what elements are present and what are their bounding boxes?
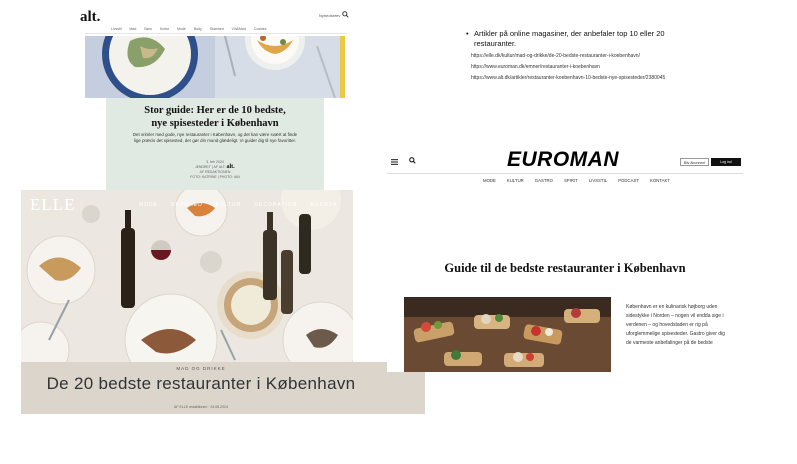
alt-article-card[interactable]: Stor guide: Her er de 10 bedste, nye spi… <box>106 98 324 190</box>
alt-title-line: Stor guide: Her er de 10 bedste, <box>144 105 286 116</box>
alt-meta-label: ÆNDRET | AF ALT: <box>195 165 226 169</box>
elle-nav-item[interactable]: AGENDA <box>310 202 337 208</box>
elle-nav-item[interactable]: DECORATION <box>254 202 297 208</box>
alt-nav-item[interactable]: Børn <box>144 27 152 31</box>
elle-byline: AF ELLE redaktionen · 24.08.2024 <box>174 405 228 409</box>
alt-article-title: Stor guide: Her er de 10 bedste, nye spi… <box>106 104 324 130</box>
alt-article-intro: Det vrimler med gode, nye restauranter i… <box>132 132 298 143</box>
login-button[interactable]: Log ind <box>711 158 741 166</box>
source-url-link[interactable]: https://elle.dk/kultur/mad-og-drikke/de-… <box>471 53 640 59</box>
elle-logo[interactable]: ELLE <box>30 195 76 215</box>
elle-nav-item[interactable]: KULTUR <box>216 202 242 208</box>
elle-nav: MODE SKØNHED KULTUR DECORATION AGENDA <box>139 202 337 208</box>
alt-meta-photo: FOTO: KATRINE | PHOTO: IAN <box>190 175 240 179</box>
elle-hero-image: ELLE MODE SKØNHED KULTUR DECORATION AGEN… <box>21 190 353 362</box>
euroman-nav-item[interactable]: KONTAKT <box>650 178 670 183</box>
divider <box>387 173 743 174</box>
alt-newsletter-link[interactable]: Nyhedsbrev <box>319 13 340 18</box>
alt-article-meta: 3. feb 2024 ÆNDRET | AF ALT: alt. AF RED… <box>106 160 324 180</box>
elle-title-band[interactable]: MAD OG DRIKKE De 20 bedste restauranter … <box>21 362 425 414</box>
alt-nav-item[interactable]: Mad <box>130 27 137 31</box>
alt-nav-item[interactable]: Bolig <box>194 27 202 31</box>
search-icon[interactable] <box>342 11 349 18</box>
alt-nav-item[interactable]: Livsstil <box>111 27 122 31</box>
euroman-logo[interactable]: EUROMAN <box>507 150 619 172</box>
euroman-article-title[interactable]: Guide til de bedste restauranter i Køben… <box>387 261 743 276</box>
alt-nav-item[interactable]: Skønhed <box>210 27 224 31</box>
euroman-article-body: København er en kulinarisk højborg uden … <box>626 304 725 346</box>
euroman-article-image <box>404 297 611 372</box>
alt-article-screenshot: alt. Nyhedsbrev Livsstil Mad Børn Kultur… <box>73 0 357 190</box>
euroman-article-screenshot: EUROMAN Bliv Abonnent Log ind MODE KULTU… <box>387 150 743 372</box>
menu-icon[interactable] <box>391 159 398 165</box>
alt-nav-item[interactable]: Mode <box>177 27 186 31</box>
elle-nav-item[interactable]: MODE <box>139 202 158 208</box>
euroman-nav: MODE KULTUR GASTRO SPIRIT LIVSSTIL PODCA… <box>483 178 670 183</box>
alt-logo[interactable]: alt. <box>80 9 100 26</box>
elle-category[interactable]: MAD OG DRIKKE <box>21 366 381 371</box>
source-url-link[interactable]: https://www.alt.dk/artikler/restauranter… <box>471 75 665 81</box>
subscribe-button[interactable]: Bliv Abonnent <box>680 158 709 166</box>
alt-nav: Livsstil Mad Børn Kultur Mode Bolig Skøn… <box>111 27 266 31</box>
search-icon[interactable] <box>409 157 416 164</box>
elle-article-screenshot: ELLE MODE SKØNHED KULTUR DECORATION AGEN… <box>21 190 425 414</box>
alt-nav-item[interactable]: Kultur <box>160 27 169 31</box>
alt-nav-item[interactable]: Cookies <box>254 27 267 31</box>
alt-hero-image <box>85 36 345 98</box>
euroman-nav-item[interactable]: SPIRIT <box>564 178 578 183</box>
euroman-nav-item[interactable]: KULTUR <box>507 178 524 183</box>
elle-article-title[interactable]: De 20 bedste restauranter i København <box>21 374 381 394</box>
elle-nav-item[interactable]: SKØNHED <box>171 202 203 208</box>
alt-nav-item[interactable]: Vin&Mad <box>232 27 246 31</box>
euroman-nav-item[interactable]: LIVSSTIL <box>589 178 607 183</box>
euroman-nav-item[interactable]: MODE <box>483 178 496 183</box>
alt-title-line: nye spisesteder i København <box>151 118 279 129</box>
notes-bullet: Artikler på online magasiner, der anbefa… <box>466 29 684 48</box>
euroman-nav-item[interactable]: PODCAST <box>618 178 639 183</box>
source-url-link[interactable]: https://www.euroman.dk/emner/restaurante… <box>471 64 600 70</box>
euroman-nav-item[interactable]: GASTRO <box>535 178 553 183</box>
divider <box>85 33 347 34</box>
